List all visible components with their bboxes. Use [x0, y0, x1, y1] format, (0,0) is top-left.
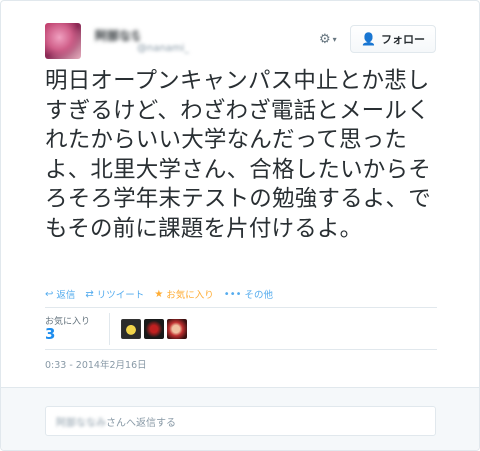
follow-button-label: フォロー	[380, 33, 425, 46]
favoriter-avatar[interactable]	[144, 319, 164, 339]
reply-label: 返信	[56, 290, 76, 301]
reply-input[interactable]: 阿部ななみ さんへ返信する	[45, 406, 436, 436]
retweet-button[interactable]: ⇄ リツイート	[85, 287, 145, 302]
follow-person-icon: 👤	[361, 32, 376, 46]
reply-placeholder: さんへ返信する	[106, 417, 176, 429]
tweet-timestamp[interactable]: 0:33 - 2014年2月16日	[45, 357, 147, 371]
tweet-actions: ↩ 返信 ⇄ リツイート ★ お気に入り ••• その他	[45, 286, 273, 302]
more-dots-icon: •••	[223, 288, 242, 300]
divider	[45, 307, 437, 308]
favoriter-avatar[interactable]	[167, 319, 187, 339]
follow-button[interactable]: 👤 フォロー	[350, 25, 436, 53]
gear-icon: ⚙	[319, 31, 331, 47]
favoriter-avatar[interactable]	[121, 319, 141, 339]
author-avatar[interactable]	[45, 23, 81, 59]
star-icon: ★	[154, 288, 164, 300]
retweet-label: リツイート	[96, 290, 145, 301]
chevron-down-icon: ▾	[332, 34, 337, 44]
reply-icon: ↩	[45, 288, 54, 300]
author-display-name[interactable]: 阿部ななみ	[95, 27, 139, 41]
stats-divider	[109, 313, 110, 345]
favorites-count[interactable]: 3	[45, 325, 55, 343]
more-label: その他	[244, 290, 274, 301]
favoriters-avatars	[121, 319, 187, 339]
tweet-card: 阿部ななみ @nanami_a ⚙ ▾ 👤 フォロー 明日オープンキャンパス中止…	[0, 0, 480, 451]
reply-button[interactable]: ↩ 返信	[45, 287, 76, 302]
favorite-label: お気に入り	[166, 290, 214, 301]
settings-dropdown[interactable]: ⚙ ▾	[319, 31, 345, 47]
reply-target-name: 阿部ななみ	[56, 417, 106, 429]
favorite-button[interactable]: ★ お気に入り	[154, 287, 214, 302]
divider	[45, 349, 437, 350]
more-button[interactable]: ••• その他	[223, 287, 274, 302]
tweet-text: 明日オープンキャンパス中止とか悲しすぎるけど、わざわざ電話とメールくれたからいい…	[45, 68, 431, 242]
retweet-icon: ⇄	[85, 288, 94, 300]
author-handle[interactable]: @nanami_a	[137, 43, 189, 55]
